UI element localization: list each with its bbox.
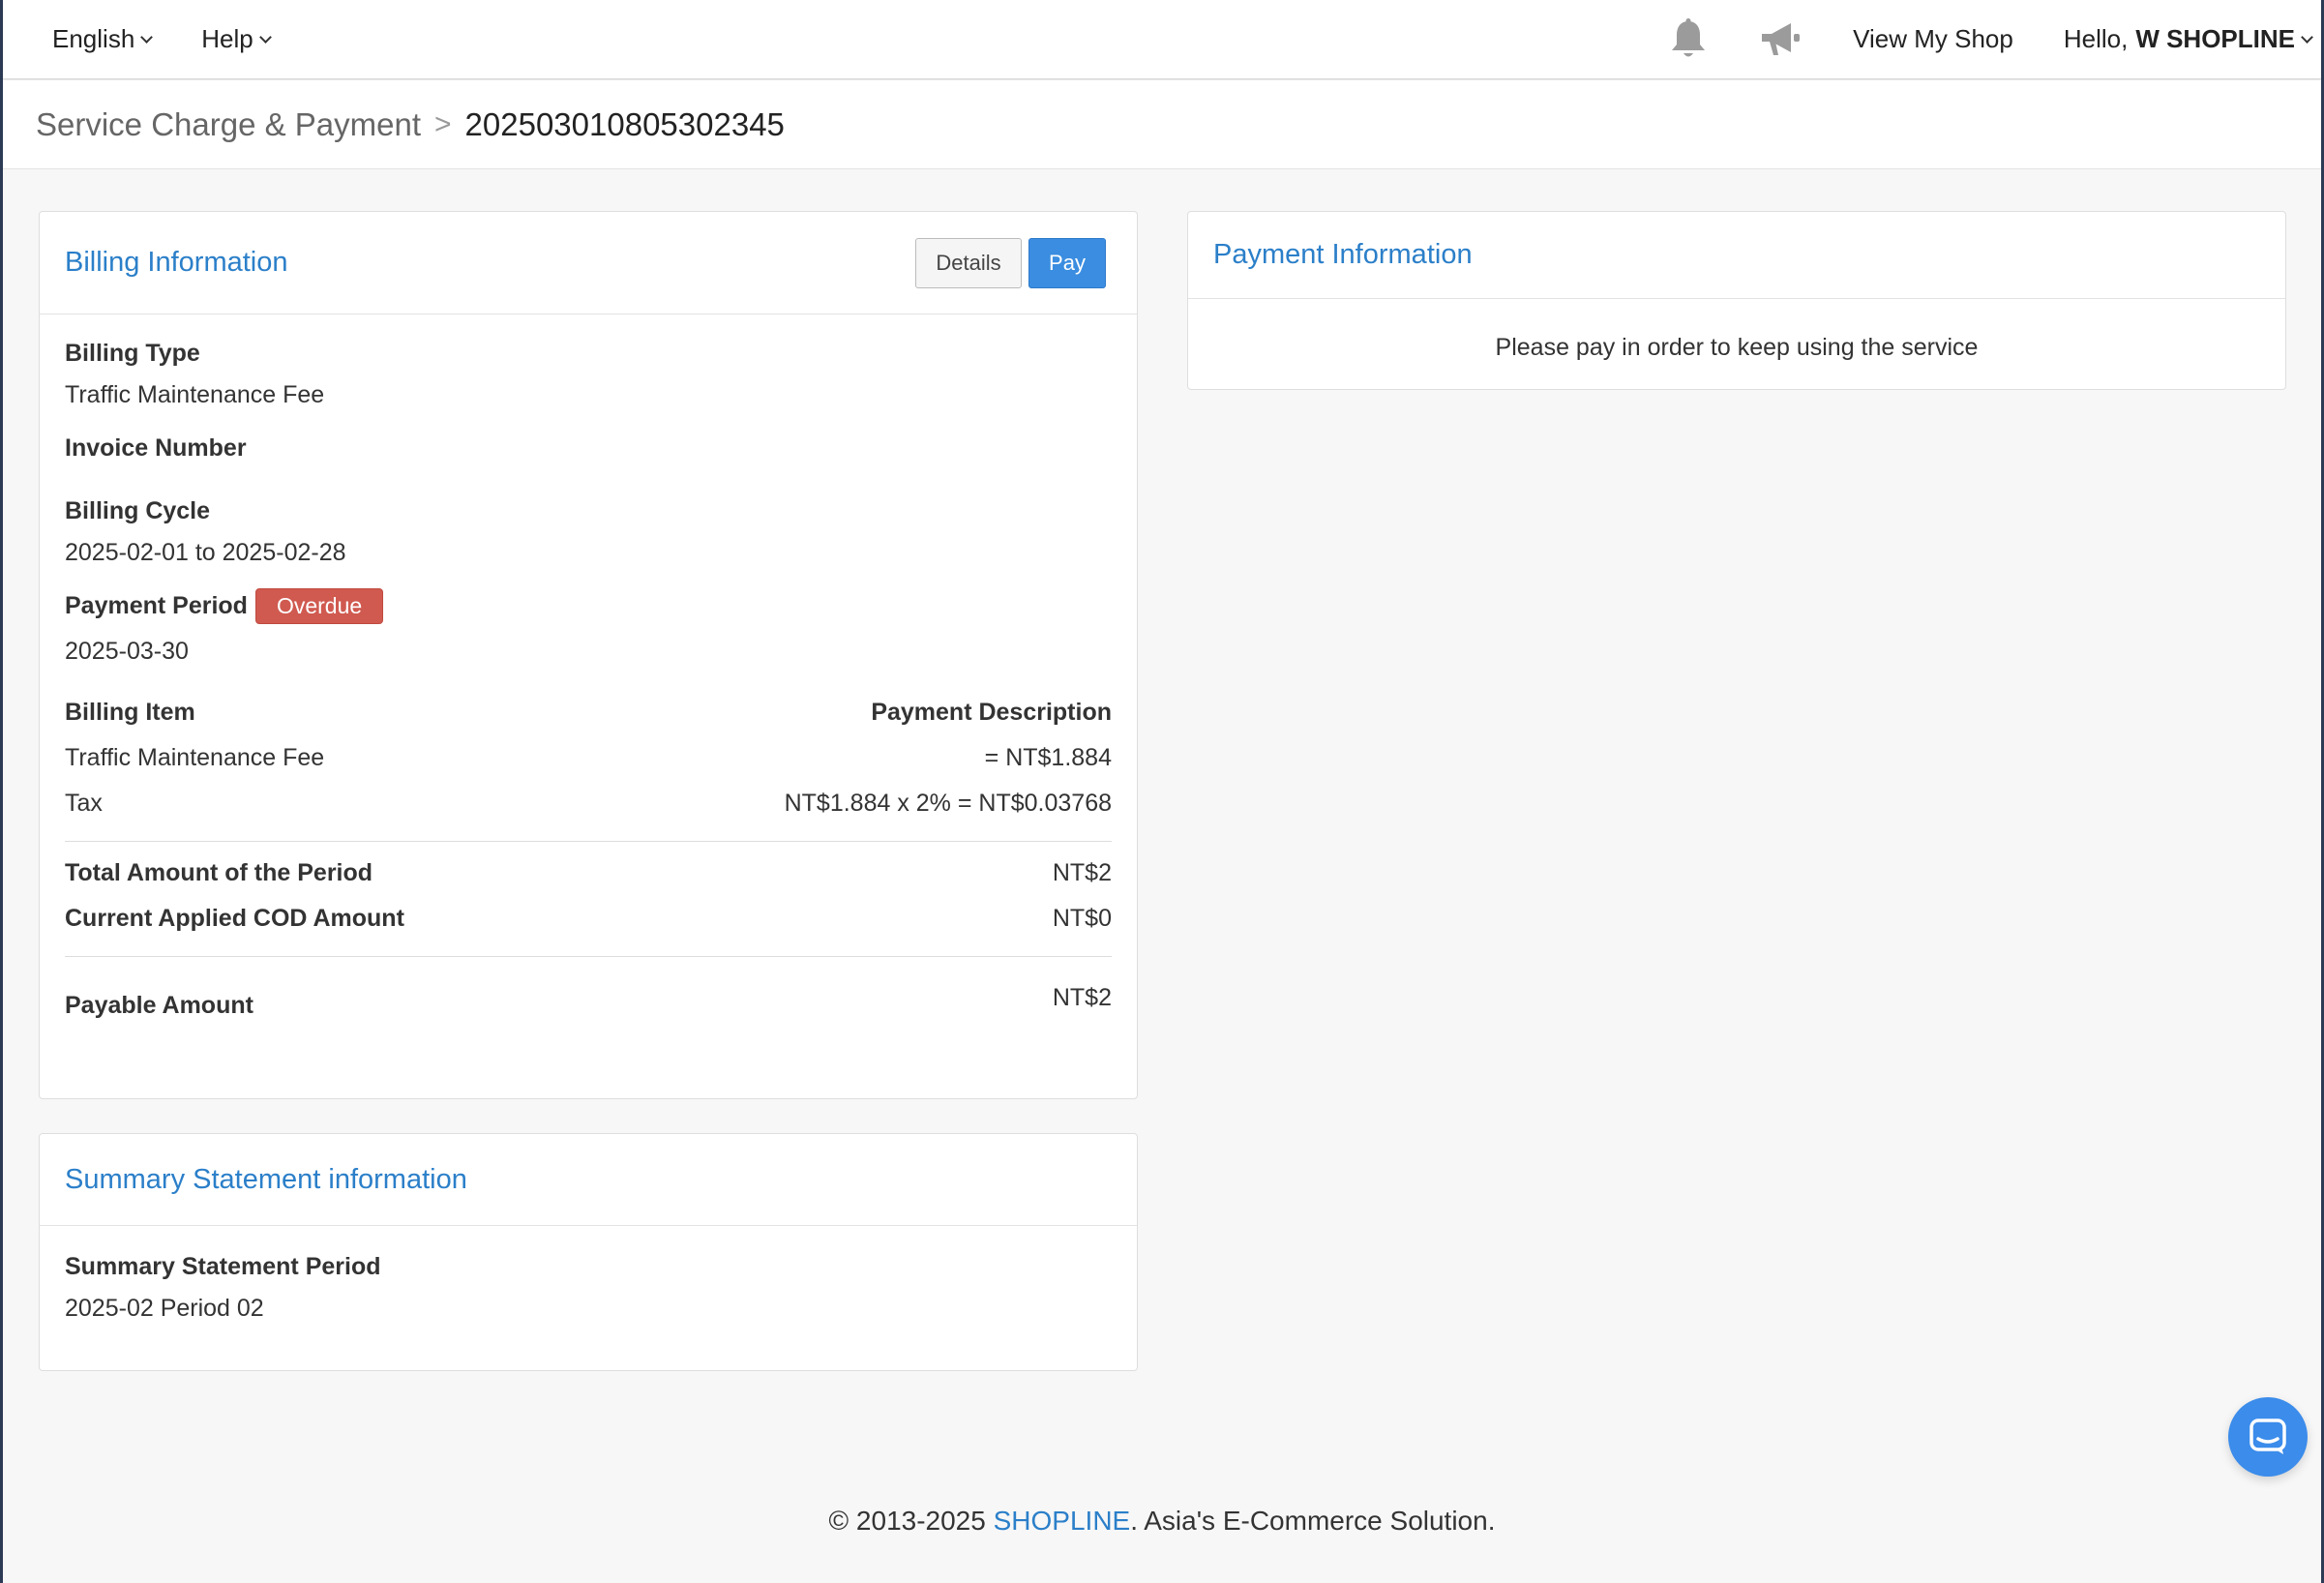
payment-message: Please pay in order to keep using the se…: [1495, 334, 1979, 361]
payment-period-value: 2025-03-30: [65, 638, 189, 665]
payable-amount-row: Payable Amount NT$2: [65, 984, 1112, 1020]
divider: [65, 841, 1112, 842]
billing-items-header: Billing Item Payment Description: [65, 699, 1112, 727]
list-item: Tax NT$1.884 x 2% = NT$0.03768: [65, 790, 1112, 818]
user-name: W SHOPLINE: [2135, 24, 2295, 53]
cod-amount-value: NT$0: [1052, 905, 1112, 932]
payable-amount-label: Payable Amount: [65, 992, 253, 1019]
billing-information-panel: Billing Information Details Pay Billing …: [39, 211, 1138, 1099]
total-amount-value: NT$2: [1052, 859, 1112, 886]
billing-panel-title: Billing Information: [65, 247, 288, 278]
billing-item-column-header: Billing Item: [65, 699, 195, 726]
chevron-down-icon: [2301, 30, 2313, 44]
billing-item-name: Traffic Maintenance Fee: [65, 744, 325, 771]
shopline-link[interactable]: SHOPLINE: [994, 1506, 1131, 1536]
invoice-number-label: Invoice Number: [65, 434, 247, 462]
top-navbar: English Help View My Shop Hello, W SHOPL…: [3, 0, 2321, 79]
language-label: English: [52, 24, 135, 53]
chat-button[interactable]: [2228, 1397, 2308, 1477]
footer: © 2013-2025 SHOPLINE. Asia's E-Commerce …: [3, 1506, 2321, 1537]
help-label: Help: [201, 24, 253, 53]
divider: [65, 956, 1112, 957]
total-amount-label: Total Amount of the Period: [65, 859, 373, 886]
cod-amount-row: Current Applied COD Amount NT$0: [65, 905, 1112, 933]
payment-information-panel: Payment Information Please pay in order …: [1187, 211, 2286, 390]
user-menu-dropdown[interactable]: Hello, W SHOPLINE: [2063, 24, 2313, 54]
billing-type-value: Traffic Maintenance Fee: [65, 381, 325, 408]
total-amount-row: Total Amount of the Period NT$2: [65, 859, 1112, 887]
summary-panel-body: Summary Statement Period 2025-02 Period …: [40, 1253, 1137, 1323]
summary-period-label: Summary Statement Period: [65, 1253, 381, 1280]
megaphone-icon[interactable]: [1758, 20, 1803, 59]
status-badge: Overdue: [254, 588, 384, 624]
billing-panel-header: Billing Information Details Pay: [40, 212, 1137, 314]
breadcrumb-current: 202503010805302345: [464, 105, 785, 142]
billing-type-label: Billing Type: [65, 340, 200, 367]
chevron-down-icon: [258, 30, 272, 44]
billing-item-description: NT$1.884 x 2% = NT$0.03768: [784, 790, 1112, 817]
view-my-shop-label: View My Shop: [1853, 24, 2013, 53]
language-dropdown[interactable]: English: [52, 24, 154, 54]
billing-cycle-value: 2025-02-01 to 2025-02-28: [65, 539, 346, 566]
summary-statement-panel: Summary Statement information Summary St…: [39, 1133, 1138, 1371]
breadcrumb: Service Charge & Payment > 2025030108053…: [3, 80, 2321, 169]
payment-panel-title: Payment Information: [1213, 239, 1473, 270]
payment-period-label: Payment Period: [65, 592, 248, 619]
view-my-shop-link[interactable]: View My Shop: [1853, 24, 2013, 54]
billing-item-name: Tax: [65, 790, 103, 817]
billing-panel-body: Billing Type Traffic Maintenance Fee Inv…: [40, 340, 1137, 1020]
footer-copyright: © 2013-2025: [828, 1506, 986, 1536]
payable-amount-value: NT$2: [1052, 984, 1112, 1011]
help-dropdown[interactable]: Help: [201, 24, 272, 54]
chat-bubble-icon: [2250, 1419, 2286, 1454]
hello-prefix: Hello,: [2063, 24, 2129, 53]
details-button[interactable]: Details: [915, 237, 1022, 288]
cod-amount-label: Current Applied COD Amount: [65, 905, 404, 932]
summary-period-value: 2025-02 Period 02: [65, 1295, 264, 1322]
summary-panel-title: Summary Statement information: [65, 1163, 467, 1195]
billing-cycle-label: Billing Cycle: [65, 497, 211, 524]
chevron-right-icon: >: [434, 107, 452, 140]
chevron-down-icon: [140, 30, 154, 44]
breadcrumb-parent-link[interactable]: Service Charge & Payment: [36, 106, 421, 143]
pay-button[interactable]: Pay: [1028, 237, 1106, 288]
payment-panel-header: Payment Information: [1188, 212, 2285, 299]
bell-icon[interactable]: [1669, 17, 1708, 61]
summary-panel-header: Summary Statement information: [40, 1134, 1137, 1226]
payment-description-column-header: Payment Description: [871, 699, 1112, 726]
billing-item-description: = NT$1.884: [984, 744, 1112, 771]
payment-period-row: Payment Period Overdue: [65, 588, 1112, 624]
list-item: Traffic Maintenance Fee = NT$1.884: [65, 744, 1112, 772]
footer-tagline: . Asia's E-Commerce Solution.: [1130, 1506, 1496, 1536]
